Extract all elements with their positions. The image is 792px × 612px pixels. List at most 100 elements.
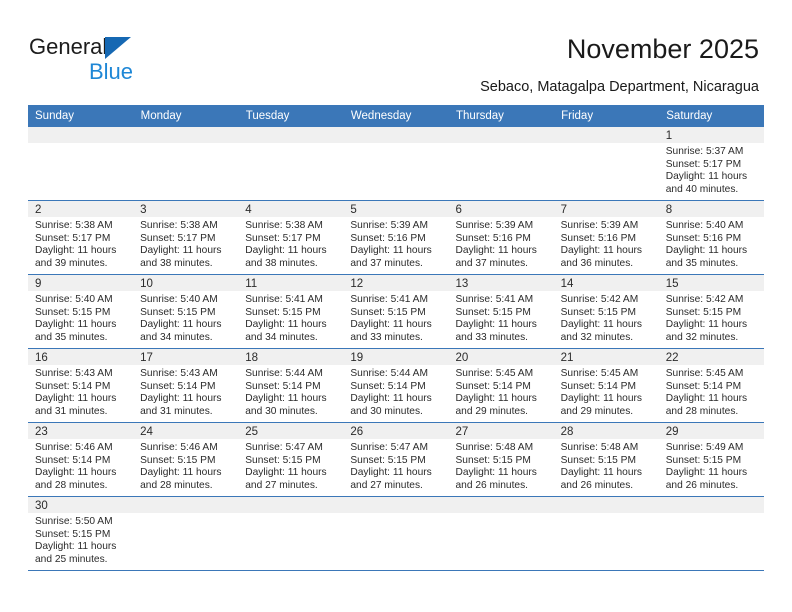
daylight-text-line2: and 29 minutes. — [560, 405, 634, 417]
day-cell-empty — [343, 127, 449, 201]
day-cell[interactable]: 9 Sunrise: 5:40 AM Sunset: 5:15 PM Daylight… — [28, 274, 134, 349]
day-cell-empty — [133, 496, 239, 571]
day-cell[interactable]: 16 Sunrise: 5:43 AM Sunset: 5:14 PM Dayligh… — [28, 348, 134, 423]
day-cell[interactable]: 8 Sunrise: 5:40 AM Sunset: 5:16 PM Daylight… — [658, 200, 764, 275]
sunset-text: Sunset: 5:14 PM — [455, 380, 531, 392]
day-cell[interactable]: 5 Sunrise: 5:39 AM Sunset: 5:16 PM Daylight… — [343, 200, 449, 275]
day-number: 27 — [448, 423, 554, 439]
day-cell[interactable]: 14 Sunrise: 5:42 AM Sunset: 5:15 PM Dayligh… — [553, 274, 659, 349]
day-info: Sunrise: 5:40 AM Sunset: 5:16 PM Daylight:… — [659, 217, 764, 270]
daylight-text-line1: Daylight: 11 hours — [140, 393, 222, 405]
day-cell[interactable]: 3 Sunrise: 5:38 AM Sunset: 5:17 PM Daylight… — [133, 200, 239, 275]
day-cell[interactable]: 15 Sunrise: 5:42 AM Sunset: 5:15 PM Dayligh… — [658, 274, 764, 349]
day-number: 19 — [343, 349, 449, 365]
daylight-text-line1: Daylight: 11 hours — [245, 245, 327, 257]
day-cell[interactable]: 12 Sunrise: 5:41 AM Sunset: 5:15 PM Dayligh… — [343, 274, 449, 349]
calendar-week-row: 9 Sunrise: 5:40 AM Sunset: 5:15 PM Daylight… — [28, 274, 764, 349]
sunrise-text: Sunrise: 5:40 AM — [140, 294, 218, 305]
day-cell[interactable]: 27 Sunrise: 5:48 AM Sunset: 5:15 PM Dayligh… — [448, 422, 554, 497]
day-info: Sunrise: 5:47 AM Sunset: 5:15 PM Daylight:… — [343, 439, 448, 492]
sunset-text: Sunset: 5:15 PM — [560, 306, 636, 318]
day-cell[interactable]: 20 Sunrise: 5:45 AM Sunset: 5:14 PM Dayligh… — [448, 348, 554, 423]
day-info: Sunrise: 5:44 AM Sunset: 5:14 PM Daylight:… — [343, 365, 448, 418]
day-cell[interactable]: 22 Sunrise: 5:45 AM Sunset: 5:14 PM Dayligh… — [658, 348, 764, 423]
day-cell[interactable]: 6 Sunrise: 5:39 AM Sunset: 5:16 PM Daylight… — [448, 200, 554, 275]
calendar-page: General Blue November 2025 Sebaco, Matag… — [0, 0, 792, 612]
day-cell[interactable]: 18 Sunrise: 5:44 AM Sunset: 5:14 PM Dayligh… — [238, 348, 344, 423]
daylight-text-line2: and 32 minutes. — [560, 331, 634, 343]
day-number: 21 — [553, 349, 659, 365]
sunset-text: Sunset: 5:15 PM — [665, 306, 742, 318]
day-info: Sunrise: 5:46 AM Sunset: 5:14 PM Daylight:… — [28, 439, 133, 492]
day-cell[interactable]: 21 Sunrise: 5:45 AM Sunset: 5:14 PM Dayligh… — [553, 348, 659, 423]
sunset-text: Sunset: 5:14 PM — [560, 380, 636, 392]
day-number: 4 — [238, 201, 344, 217]
day-cell[interactable]: 23 Sunrise: 5:46 AM Sunset: 5:14 PM Dayligh… — [28, 422, 134, 497]
day-number: 16 — [28, 349, 134, 365]
daylight-text-line1: Daylight: 11 hours — [560, 245, 642, 257]
day-cell[interactable]: 10 Sunrise: 5:40 AM Sunset: 5:15 PM Dayligh… — [133, 274, 239, 349]
day-cell[interactable]: 30 Sunrise: 5:50 AM Sunset: 5:15 PM Dayligh… — [28, 496, 134, 571]
day-number — [238, 497, 344, 513]
day-number: 8 — [658, 201, 764, 217]
day-number — [553, 497, 659, 513]
sunrise-text: Sunrise: 5:46 AM — [140, 442, 218, 453]
daylight-text-line1: Daylight: 11 hours — [665, 393, 748, 405]
sunset-text: Sunset: 5:17 PM — [140, 232, 216, 244]
sunset-text: Sunset: 5:17 PM — [35, 232, 111, 244]
day-cell[interactable]: 29 Sunrise: 5:49 AM Sunset: 5:15 PM Dayligh… — [658, 422, 764, 497]
daylight-text-line2: and 33 minutes. — [455, 331, 529, 343]
daylight-text-line2: and 30 minutes. — [350, 405, 423, 417]
weekday-header-wednesday: Wednesday — [343, 105, 450, 127]
day-number: 29 — [658, 423, 764, 439]
sunset-text: Sunset: 5:14 PM — [350, 380, 426, 392]
daylight-text-line2: and 28 minutes. — [140, 479, 213, 491]
day-number: 22 — [658, 349, 764, 365]
day-cell[interactable]: 13 Sunrise: 5:41 AM Sunset: 5:15 PM Dayligh… — [448, 274, 554, 349]
sunrise-text: Sunrise: 5:46 AM — [35, 442, 113, 453]
daylight-text-line2: and 27 minutes. — [245, 479, 318, 491]
day-cell[interactable]: 4 Sunrise: 5:38 AM Sunset: 5:17 PM Daylight… — [238, 200, 344, 275]
calendar-week-row: 23 Sunrise: 5:46 AM Sunset: 5:14 PM Dayligh… — [28, 422, 764, 497]
day-cell[interactable]: 7 Sunrise: 5:39 AM Sunset: 5:16 PM Daylight… — [553, 200, 659, 275]
day-cell[interactable]: 24 Sunrise: 5:46 AM Sunset: 5:15 PM Dayligh… — [133, 422, 239, 497]
daylight-text-line2: and 29 minutes. — [455, 405, 529, 417]
weekday-header-thursday: Thursday — [448, 105, 555, 127]
day-cell[interactable]: 19 Sunrise: 5:44 AM Sunset: 5:14 PM Dayligh… — [343, 348, 449, 423]
day-info: Sunrise: 5:42 AM Sunset: 5:15 PM Daylight:… — [659, 291, 764, 344]
daylight-text-line1: Daylight: 11 hours — [35, 245, 117, 257]
day-number: 7 — [553, 201, 659, 217]
daylight-text-line1: Daylight: 11 hours — [350, 245, 432, 257]
brand-logo[interactable]: General Blue — [29, 34, 199, 90]
calendar-week-row: 16 Sunrise: 5:43 AM Sunset: 5:14 PM Dayligh… — [28, 348, 764, 423]
day-cell[interactable]: 25 Sunrise: 5:47 AM Sunset: 5:15 PM Dayligh… — [238, 422, 344, 497]
daylight-text-line2: and 32 minutes. — [665, 331, 739, 343]
daylight-text-line1: Daylight: 11 hours — [35, 319, 117, 331]
day-cell[interactable]: 2 Sunrise: 5:38 AM Sunset: 5:17 PM Daylight… — [28, 200, 134, 275]
day-cell[interactable]: 26 Sunrise: 5:47 AM Sunset: 5:15 PM Dayligh… — [343, 422, 449, 497]
day-number — [28, 127, 134, 143]
day-cell[interactable]: 11 Sunrise: 5:41 AM Sunset: 5:15 PM Dayligh… — [238, 274, 344, 349]
calendar-table: Sunday Monday Tuesday Wednesday Thursday… — [28, 105, 765, 571]
sunset-text: Sunset: 5:15 PM — [35, 528, 111, 540]
daylight-text-line2: and 37 minutes. — [350, 257, 423, 269]
day-cell-empty — [28, 127, 134, 201]
day-number: 23 — [28, 423, 134, 439]
daylight-text-line1: Daylight: 11 hours — [350, 467, 432, 479]
day-cell[interactable]: 1 Sunrise: 5:37 AM Sunset: 5:17 PM Daylight… — [658, 127, 764, 201]
sunrise-text: Sunrise: 5:41 AM — [350, 294, 428, 305]
sunrise-text: Sunrise: 5:37 AM — [665, 146, 744, 157]
sunrise-text: Sunrise: 5:38 AM — [245, 220, 323, 231]
day-number — [133, 497, 239, 513]
day-info: Sunrise: 5:40 AM Sunset: 5:15 PM Daylight:… — [133, 291, 238, 344]
day-cell-empty — [553, 127, 659, 201]
day-cell-empty — [133, 127, 239, 201]
day-cell-empty — [238, 127, 344, 201]
sunset-text: Sunset: 5:17 PM — [245, 232, 321, 244]
sunset-text: Sunset: 5:14 PM — [245, 380, 321, 392]
sunset-text: Sunset: 5:14 PM — [140, 380, 216, 392]
sunrise-text: Sunrise: 5:48 AM — [455, 442, 534, 453]
calendar-body: 1 Sunrise: 5:37 AM Sunset: 5:17 PM Daylight… — [28, 127, 764, 571]
day-cell[interactable]: 17 Sunrise: 5:43 AM Sunset: 5:14 PM Dayligh… — [133, 348, 239, 423]
day-cell[interactable]: 28 Sunrise: 5:48 AM Sunset: 5:15 PM Dayligh… — [553, 422, 659, 497]
